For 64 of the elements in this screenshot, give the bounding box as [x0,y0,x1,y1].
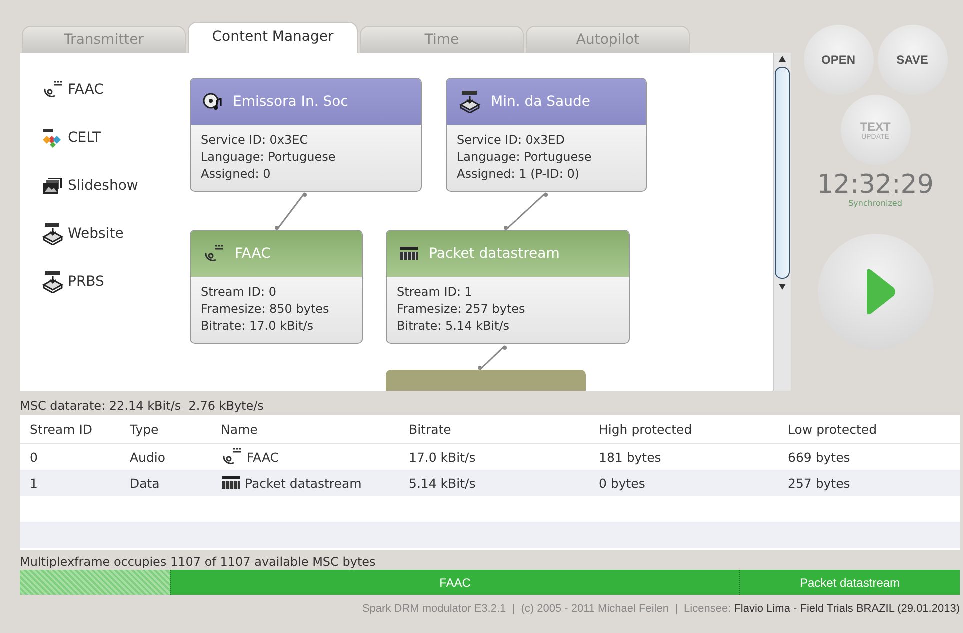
clock-time: 12:32:29 [817,171,934,199]
node-title: FAAC [235,246,271,262]
node-detail: Service ID: 0x3ED [457,132,566,149]
source-item[interactable]: FAAC [68,82,104,98]
node-detail: Assigned: 0 [201,166,272,183]
node-title: Emissora In. Soc [233,94,348,110]
source-item[interactable]: Slideshow [68,178,138,194]
column-header[interactable]: Type [130,422,221,436]
node-detail: Assigned: 1 (P-ID: 0) [457,166,581,183]
round-button[interactable]: OPEN [804,25,874,95]
column-header[interactable]: High protected [599,422,788,436]
drive-icon [459,91,481,113]
column-header[interactable]: Name [221,422,409,436]
node-title: Min. da Saude [491,94,590,110]
table-cell: Audio [130,450,166,464]
drive-icon [42,271,64,293]
tab[interactable]: Content Manager [188,22,358,53]
round-button[interactable]: SAVE [878,25,948,95]
scrollbar[interactable] [773,53,791,391]
node-card[interactable]: Min. da Saude Service ID: 0x3ED Language: Portuguese Assigned: 1 (P-ID: 0) [446,78,647,192]
node-detail: Bitrate: 17.0 kBit/s [201,318,315,335]
connector-line [275,192,307,230]
node-detail: Stream ID: 1 [397,284,474,301]
stream-segment: FAAC [170,570,740,595]
node-title: Packet datastream [429,246,560,262]
source-item[interactable]: CELT [68,130,102,146]
sync-status: Synchronized [848,199,902,208]
source-item[interactable]: Website [68,226,124,242]
packet-icon [221,476,241,490]
multiplex-caption: Multiplexframe occupies 1107 of 1107 available MSC bytes [20,554,376,570]
diamond-icon [42,128,64,148]
node-card[interactable]: Emissora In. Soc Service ID: 0x3EC Language: Portuguese Assigned: 0 [190,78,422,192]
stream-segment: Packet datastream [739,570,960,595]
drive-icon [42,223,64,245]
node-detail: Service ID: 0x3EC [201,132,310,149]
source-item[interactable]: PRBS [68,274,104,290]
slides-icon [42,177,64,195]
table-cell: 669 bytes [788,450,850,464]
node-card[interactable]: Packet datastream Stream ID: 1 Framesize: 257 bytes Bitrate: 5.14 kBit/s [386,230,630,344]
table-cell: 181 bytes [599,450,662,464]
node-card[interactable]: FAAC Stream ID: 0 Framesize: 850 bytes Bitrate: 17.0 kBit/s [190,230,363,344]
table-cell: 257 bytes [788,476,850,490]
table-cell: 0 bytes [599,476,646,490]
packet-icon [399,247,419,261]
node-detail: Framesize: 257 bytes [397,301,526,318]
table-cell: FAAC [247,450,280,464]
table-cell: 5.14 kBit/s [409,476,476,490]
column-header[interactable]: Bitrate [409,422,599,436]
table-cell: 1 [30,476,38,490]
node-detail: Stream ID: 0 [201,284,278,301]
footer-text: Spark DRM modulator E3.2.1 | (c) 2005 - 2011 Michael Feilen | Licensee: Flavio Lima - Field Trials BRAZIL (29.01.2013) [362,603,960,615]
node-detail: Framesize: 850 bytes [201,301,330,318]
datarate-label: MSC datarate: 22.14 kBit/s 2.76 kByte/s [20,398,264,415]
connector-line [478,345,507,371]
node-detail: Language: Portuguese [201,149,337,166]
table-cell: Data [130,476,160,490]
table-cell: 17.0 kBit/s [409,450,476,464]
node-detail: Language: Portuguese [457,149,593,166]
column-header[interactable]: Low protected [788,422,960,436]
column-header[interactable]: Stream ID [30,422,130,436]
node-detail: Bitrate: 5.14 kBit/s [397,318,511,335]
table-cell: Packet datastream [245,476,362,490]
table-cell: 0 [30,450,38,464]
connector-line [504,192,548,231]
